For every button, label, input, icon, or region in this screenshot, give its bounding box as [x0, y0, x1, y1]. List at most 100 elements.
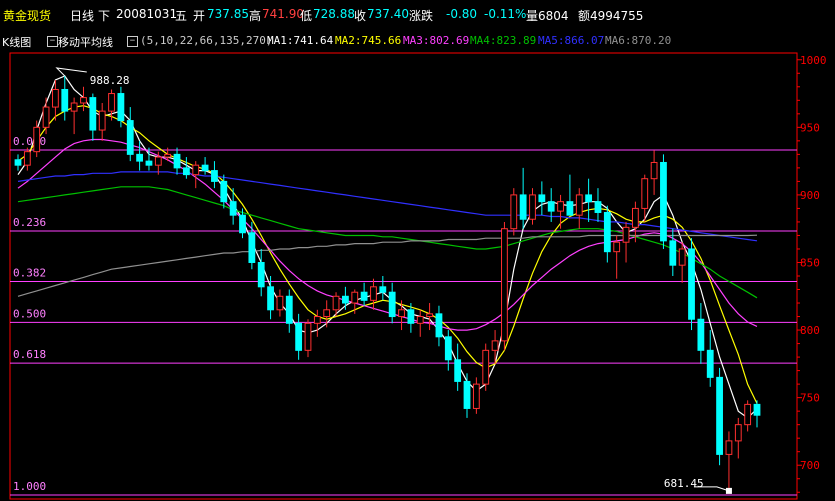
candle-body	[706, 349, 714, 378]
candle-body	[70, 102, 78, 112]
candle-body	[42, 106, 50, 128]
candle-body	[426, 313, 433, 318]
candle-body	[435, 313, 443, 338]
candle-body	[229, 201, 237, 216]
candle-body	[52, 88, 59, 108]
candle-body	[23, 151, 31, 166]
candle-body	[463, 380, 471, 409]
candle-body	[61, 88, 69, 112]
candle-body	[444, 336, 452, 361]
candle-body	[239, 214, 246, 234]
candle-body	[323, 309, 331, 318]
candle-body	[154, 156, 162, 166]
candle-body	[529, 194, 536, 220]
candle-body	[201, 164, 209, 172]
candle-body	[669, 240, 677, 266]
candle-body	[267, 286, 274, 311]
candle-body	[472, 383, 480, 409]
candle-body	[631, 207, 639, 228]
candle-body	[342, 295, 349, 304]
candle-body	[192, 164, 200, 176]
candle-body	[173, 153, 181, 169]
candle-body	[594, 201, 602, 213]
candle-body	[613, 241, 621, 253]
candle-body	[304, 322, 312, 351]
candle-body	[370, 286, 377, 301]
candle-body	[126, 120, 134, 155]
candle-body	[725, 440, 733, 455]
fib-level-label: 0.382	[13, 267, 46, 280]
candle-body	[89, 97, 97, 131]
candle-body	[678, 248, 686, 266]
candle-body	[295, 322, 303, 351]
annotation-leader	[55, 67, 87, 77]
candle-body	[117, 93, 125, 122]
candle-body	[585, 194, 593, 203]
y-tick-label: 700	[800, 459, 820, 472]
fib-level-label: 0.500	[13, 307, 46, 320]
candle-body	[108, 93, 115, 112]
candle-body	[388, 291, 396, 318]
candle-body	[491, 340, 499, 351]
fib-level-label: 1.000	[13, 480, 46, 493]
candle-body	[688, 248, 695, 320]
candle-body	[501, 228, 508, 342]
fib-level-label: 0.000	[13, 135, 46, 148]
candle-body	[136, 153, 144, 162]
candle-body	[360, 291, 368, 301]
candle-body	[285, 295, 293, 324]
candle-body	[538, 194, 546, 203]
candle-body	[575, 194, 583, 216]
candle-body	[182, 167, 190, 176]
candle-body	[641, 178, 649, 209]
y-tick-label: 750	[800, 392, 820, 405]
y-tick-label: 800	[800, 324, 820, 337]
candle-body	[454, 359, 462, 382]
candle-body	[220, 180, 228, 203]
candle-body	[14, 159, 22, 166]
candle-body	[566, 201, 574, 216]
y-tick-label: 850	[800, 256, 820, 269]
candle-body	[416, 316, 424, 324]
candle-body	[622, 226, 630, 243]
candle-body	[519, 194, 527, 220]
candle-body	[80, 97, 87, 104]
candle-body	[332, 295, 340, 311]
candle-body	[98, 110, 106, 131]
ma-line-ma6	[17, 234, 758, 297]
candle-body	[33, 126, 41, 153]
candle-body	[734, 424, 742, 442]
annotation-high: 988.28	[90, 74, 130, 87]
candle-body	[650, 161, 658, 180]
candle-body	[603, 211, 611, 253]
candle-body	[313, 316, 321, 324]
candle-body	[557, 201, 564, 212]
candle-body	[547, 201, 555, 212]
candlestick-chart: 1000 950 900 850 800 750 700 0.000 0.236 0.382 0.5…	[9, 52, 827, 500]
candle-body	[510, 194, 518, 230]
candle-body	[248, 232, 256, 263]
fib-level-label: 0.236	[13, 216, 46, 229]
fib-level-label: 0.618	[13, 348, 46, 361]
candle-body	[697, 318, 705, 351]
candle-body	[482, 349, 490, 385]
y-tick-label: 950	[800, 121, 820, 134]
y-tick-label: 1000	[800, 54, 827, 67]
candle-body	[145, 160, 153, 166]
y-tick-label: 900	[800, 189, 820, 202]
candle-body	[379, 286, 387, 293]
candle-body	[257, 261, 265, 288]
candle-body	[716, 376, 723, 455]
candle-body	[276, 295, 284, 311]
candle-body	[164, 153, 172, 158]
candle-body	[407, 309, 415, 324]
candle-body	[351, 291, 359, 304]
low-marker	[725, 487, 732, 494]
candle-body	[753, 403, 761, 416]
candle-body	[660, 161, 667, 242]
candle-body	[398, 309, 405, 318]
annotation-low: 681.45	[664, 477, 704, 490]
plot-frame	[9, 52, 798, 500]
candle-body	[211, 170, 218, 182]
candle-body	[744, 403, 752, 426]
